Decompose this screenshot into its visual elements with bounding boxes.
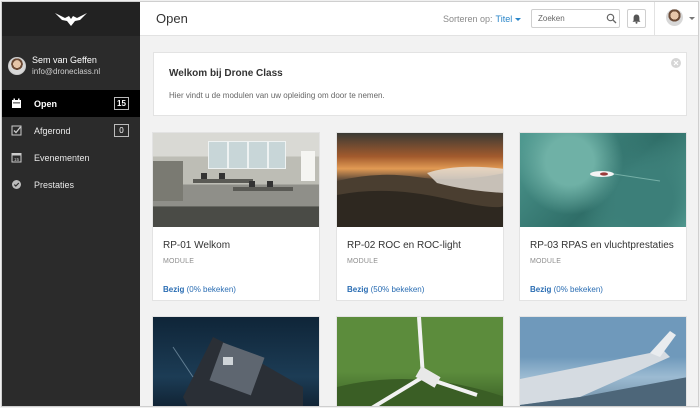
progress-text: (0% bekeken) — [186, 285, 236, 294]
module-card[interactable] — [519, 316, 687, 406]
module-card[interactable] — [152, 316, 320, 406]
module-status[interactable]: Bezig (0% bekeken) — [163, 285, 236, 294]
module-card[interactable]: RP-02 ROC en ROC-light MODULE Bezig (50%… — [336, 132, 504, 301]
logo[interactable] — [2, 2, 140, 36]
user-email: info@droneclass.nl — [32, 67, 101, 76]
badge-check-icon — [10, 179, 22, 191]
module-thumbnail — [520, 317, 686, 406]
module-status[interactable]: Bezig (0% bekeken) — [530, 285, 603, 294]
module-thumbnail — [337, 133, 503, 227]
sidebar: Sem van Geffen info@droneclass.nl Open 1… — [2, 2, 140, 406]
chevron-down-icon — [515, 18, 522, 22]
status-label: Bezig — [163, 285, 185, 294]
eagle-logo-icon — [55, 13, 87, 26]
sort-control[interactable]: Sorteren op: Titel — [443, 14, 522, 24]
page-title: Open — [156, 11, 188, 26]
calendar-15-icon: 15 — [10, 152, 22, 164]
module-type: MODULE — [347, 258, 379, 265]
close-button[interactable] — [671, 58, 681, 68]
count-badge: 15 — [114, 97, 129, 110]
welcome-panel: Welkom bij Drone Class Hier vindt u de m… — [153, 52, 687, 116]
sidebar-item-open[interactable]: Open 15 — [2, 90, 140, 117]
user-profile[interactable]: Sem van Geffen info@droneclass.nl — [2, 44, 140, 88]
sidebar-item-afgerond[interactable]: Afgerond 0 — [2, 117, 140, 144]
chevron-down-icon[interactable] — [689, 17, 695, 20]
sort-label: Sorteren op: — [443, 14, 493, 24]
welcome-title: Welkom bij Drone Class — [169, 68, 283, 79]
avatar[interactable] — [666, 9, 683, 26]
top-bar: Open Sorteren op: Titel — [140, 2, 698, 36]
checkbox-icon — [10, 125, 22, 137]
notifications-button[interactable] — [627, 9, 646, 28]
close-icon — [673, 60, 679, 66]
avatar — [8, 57, 26, 75]
module-thumbnail — [520, 133, 686, 227]
user-name: Sem van Geffen — [32, 55, 97, 65]
sort-value[interactable]: Titel — [496, 14, 513, 24]
module-status[interactable]: Bezig (50% bekeken) — [347, 285, 424, 294]
module-title: RP-02 ROC en ROC-light — [347, 240, 461, 251]
status-label: Bezig — [530, 285, 552, 294]
module-thumbnail — [153, 317, 319, 406]
calendar-icon — [10, 98, 22, 110]
svg-text:15: 15 — [13, 157, 19, 162]
module-card[interactable]: RP-01 Welkom MODULE Bezig (0% bekeken) — [152, 132, 320, 301]
module-title: RP-03 RPAS en vluchtprestaties — [530, 240, 674, 251]
count-badge: 0 — [114, 124, 129, 137]
module-type: MODULE — [530, 258, 562, 265]
module-thumbnail — [337, 317, 503, 406]
module-card[interactable] — [336, 316, 504, 406]
welcome-text: Hier vindt u de modulen van uw opleiding… — [169, 91, 385, 100]
search-icon[interactable] — [606, 13, 617, 24]
module-type: MODULE — [163, 258, 195, 265]
module-thumbnail — [153, 133, 319, 227]
sidebar-item-label: Prestaties — [34, 179, 75, 190]
progress-text: (0% bekeken) — [553, 285, 603, 294]
module-title: RP-01 Welkom — [163, 240, 231, 251]
sidebar-item-label: Open — [34, 98, 58, 109]
status-label: Bezig — [347, 285, 369, 294]
sidebar-item-prestaties[interactable]: Prestaties — [2, 171, 140, 198]
sidebar-item-label: Afgerond — [34, 125, 71, 136]
sidebar-item-label: Evenementen — [34, 152, 90, 163]
sidebar-item-evenementen[interactable]: 15 Evenementen — [2, 144, 140, 171]
module-card[interactable]: RP-03 RPAS en vluchtprestaties MODULE Be… — [519, 132, 687, 301]
bell-icon — [632, 14, 641, 24]
divider — [654, 2, 655, 35]
app-window: Sem van Geffen info@droneclass.nl Open 1… — [1, 1, 699, 407]
progress-text: (50% bekeken) — [370, 285, 425, 294]
sidebar-nav: Open 15 Afgerond 0 15 Evenementen Presta… — [2, 90, 140, 198]
